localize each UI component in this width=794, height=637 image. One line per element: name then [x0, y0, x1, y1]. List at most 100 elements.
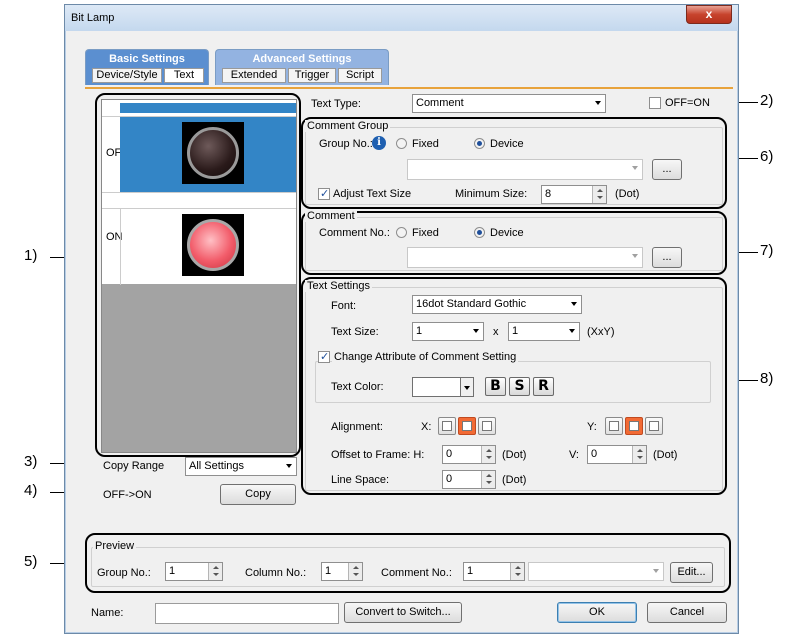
callout-3: 3) — [24, 453, 38, 470]
comment-title: Comment — [305, 210, 357, 222]
copy-direction-label: OFF->ON — [103, 489, 152, 501]
text-size-separator: x — [493, 326, 499, 338]
group-device-input[interactable] — [407, 159, 643, 180]
preview-comment-spinner[interactable]: 1 — [463, 562, 525, 581]
name-label: Name: — [91, 607, 124, 619]
preview-group-label: Group No.: — [97, 567, 151, 579]
tab-advanced-settings[interactable]: Advanced Settings — [252, 53, 351, 65]
preview-column-spinner[interactable]: 1 — [321, 562, 363, 581]
chevron-down-icon — [595, 101, 601, 105]
comment-no-label: Comment No.: — [319, 227, 390, 239]
preview-column-label: Column No.: — [245, 567, 307, 579]
group-fixed-radio[interactable] — [396, 138, 407, 149]
tab-device-style[interactable]: Device/Style — [92, 68, 162, 83]
copy-range-select[interactable]: All Settings — [185, 457, 297, 476]
chevron-down-icon — [473, 329, 479, 333]
callout-5: 5) — [24, 553, 38, 570]
spin-arrows-icon[interactable] — [348, 563, 362, 580]
text-settings-title: Text Settings — [305, 280, 372, 292]
convert-to-switch-button[interactable]: Convert to Switch... — [344, 602, 462, 623]
cancel-button[interactable]: Cancel — [647, 602, 727, 623]
line-space-spinner[interactable]: 0 — [442, 470, 496, 489]
callout-6: 6) — [760, 148, 774, 165]
title-bar: Bit Lamp x — [65, 5, 738, 31]
callout-8: 8) — [760, 370, 774, 387]
edit-button[interactable]: Edit... — [670, 562, 713, 583]
align-bottom-icon[interactable] — [645, 417, 663, 435]
preview-comment-select[interactable] — [528, 562, 664, 581]
chevron-down-icon — [286, 464, 292, 468]
preview-group-spinner[interactable]: 1 — [165, 562, 223, 581]
tab-basic-settings[interactable]: Basic Settings — [109, 53, 185, 65]
align-left-icon[interactable] — [438, 417, 456, 435]
minimum-size-unit: (Dot) — [615, 188, 640, 200]
comment-browse-button[interactable]: ... — [652, 247, 682, 268]
tab-panel-divider — [85, 87, 733, 89]
info-icon[interactable]: i — [372, 136, 386, 150]
chevron-down-icon — [632, 166, 638, 170]
bold-button[interactable]: B — [485, 377, 506, 396]
bit-lamp-dialog: Bit Lamp x Basic Settings Device/Style T… — [64, 4, 739, 634]
copy-button[interactable]: Copy — [220, 484, 296, 505]
comment-device-radio[interactable] — [474, 227, 485, 238]
offset-v-unit: (Dot) — [653, 449, 678, 461]
align-right-icon[interactable] — [478, 417, 496, 435]
text-color-label: Text Color: — [331, 381, 384, 393]
offset-h-spinner[interactable]: 0 — [442, 445, 496, 464]
comment-group-title: Comment Group — [305, 120, 391, 132]
align-middle-icon[interactable] — [625, 417, 643, 435]
copy-range-label: Copy Range — [103, 460, 165, 472]
align-x-label: X: — [421, 421, 432, 433]
shadow-button[interactable]: S — [509, 377, 530, 396]
comment-device-input[interactable] — [407, 247, 643, 268]
minimum-size-label: Minimum Size: — [455, 188, 528, 200]
spin-arrows-icon[interactable] — [481, 471, 495, 488]
name-input[interactable] — [155, 603, 339, 624]
alignment-label: Alignment: — [331, 421, 383, 433]
offset-v-label: V: — [569, 449, 579, 461]
tab-trigger[interactable]: Trigger — [288, 68, 336, 83]
font-label: Font: — [331, 300, 357, 312]
raised-button[interactable]: R — [533, 377, 554, 396]
text-size-x-select[interactable]: 1 — [412, 322, 484, 341]
callout-2: 2) — [760, 92, 774, 109]
close-icon[interactable]: x — [686, 5, 732, 24]
align-top-icon[interactable] — [605, 417, 623, 435]
spin-arrows-icon[interactable] — [510, 563, 524, 580]
tab-script[interactable]: Script — [338, 68, 382, 83]
spin-arrows-icon[interactable] — [208, 563, 222, 580]
spin-arrows-icon[interactable] — [481, 446, 495, 463]
tab-group-advanced: Advanced Settings Extended Trigger Scrip… — [215, 49, 389, 85]
offset-to-frame-label: Offset to Frame: H: — [331, 449, 425, 461]
color-dropdown-button[interactable] — [460, 377, 474, 397]
offset-h-unit: (Dot) — [502, 449, 527, 461]
tab-text[interactable]: Text — [164, 68, 204, 83]
line-space-label: Line Space: — [331, 474, 390, 486]
align-y-label: Y: — [587, 421, 597, 433]
minimum-size-spinner[interactable]: 8 — [541, 185, 607, 204]
align-center-icon[interactable] — [458, 417, 476, 435]
chevron-down-icon — [571, 302, 577, 306]
ok-button[interactable]: OK — [557, 602, 637, 623]
group-browse-button[interactable]: ... — [652, 159, 682, 180]
comment-fixed-radio[interactable] — [396, 227, 407, 238]
spin-arrows-icon[interactable] — [592, 186, 606, 203]
group-device-radio[interactable] — [474, 138, 485, 149]
adjust-text-size-checkbox[interactable] — [318, 187, 330, 200]
text-type-select[interactable]: Comment — [412, 94, 606, 113]
change-attribute-checkbox[interactable] — [318, 350, 330, 363]
offset-v-spinner[interactable]: 0 — [587, 445, 647, 464]
off-on-label: OFF=ON — [665, 97, 710, 109]
text-color-picker[interactable] — [412, 377, 462, 397]
tab-extended[interactable]: Extended — [222, 68, 286, 83]
comment-device-label: Device — [490, 227, 524, 239]
text-size-y-select[interactable]: 1 — [508, 322, 580, 341]
preview-comment-label: Comment No.: — [381, 567, 452, 579]
tab-group-basic: Basic Settings Device/Style Text — [85, 49, 209, 85]
spin-arrows-icon[interactable] — [632, 446, 646, 463]
window-title: Bit Lamp — [71, 12, 115, 24]
preview-title: Preview — [93, 540, 137, 552]
off-on-checkbox[interactable] — [649, 97, 661, 109]
text-size-unit: (XxY) — [587, 326, 615, 338]
font-select[interactable]: 16dot Standard Gothic — [412, 295, 582, 314]
